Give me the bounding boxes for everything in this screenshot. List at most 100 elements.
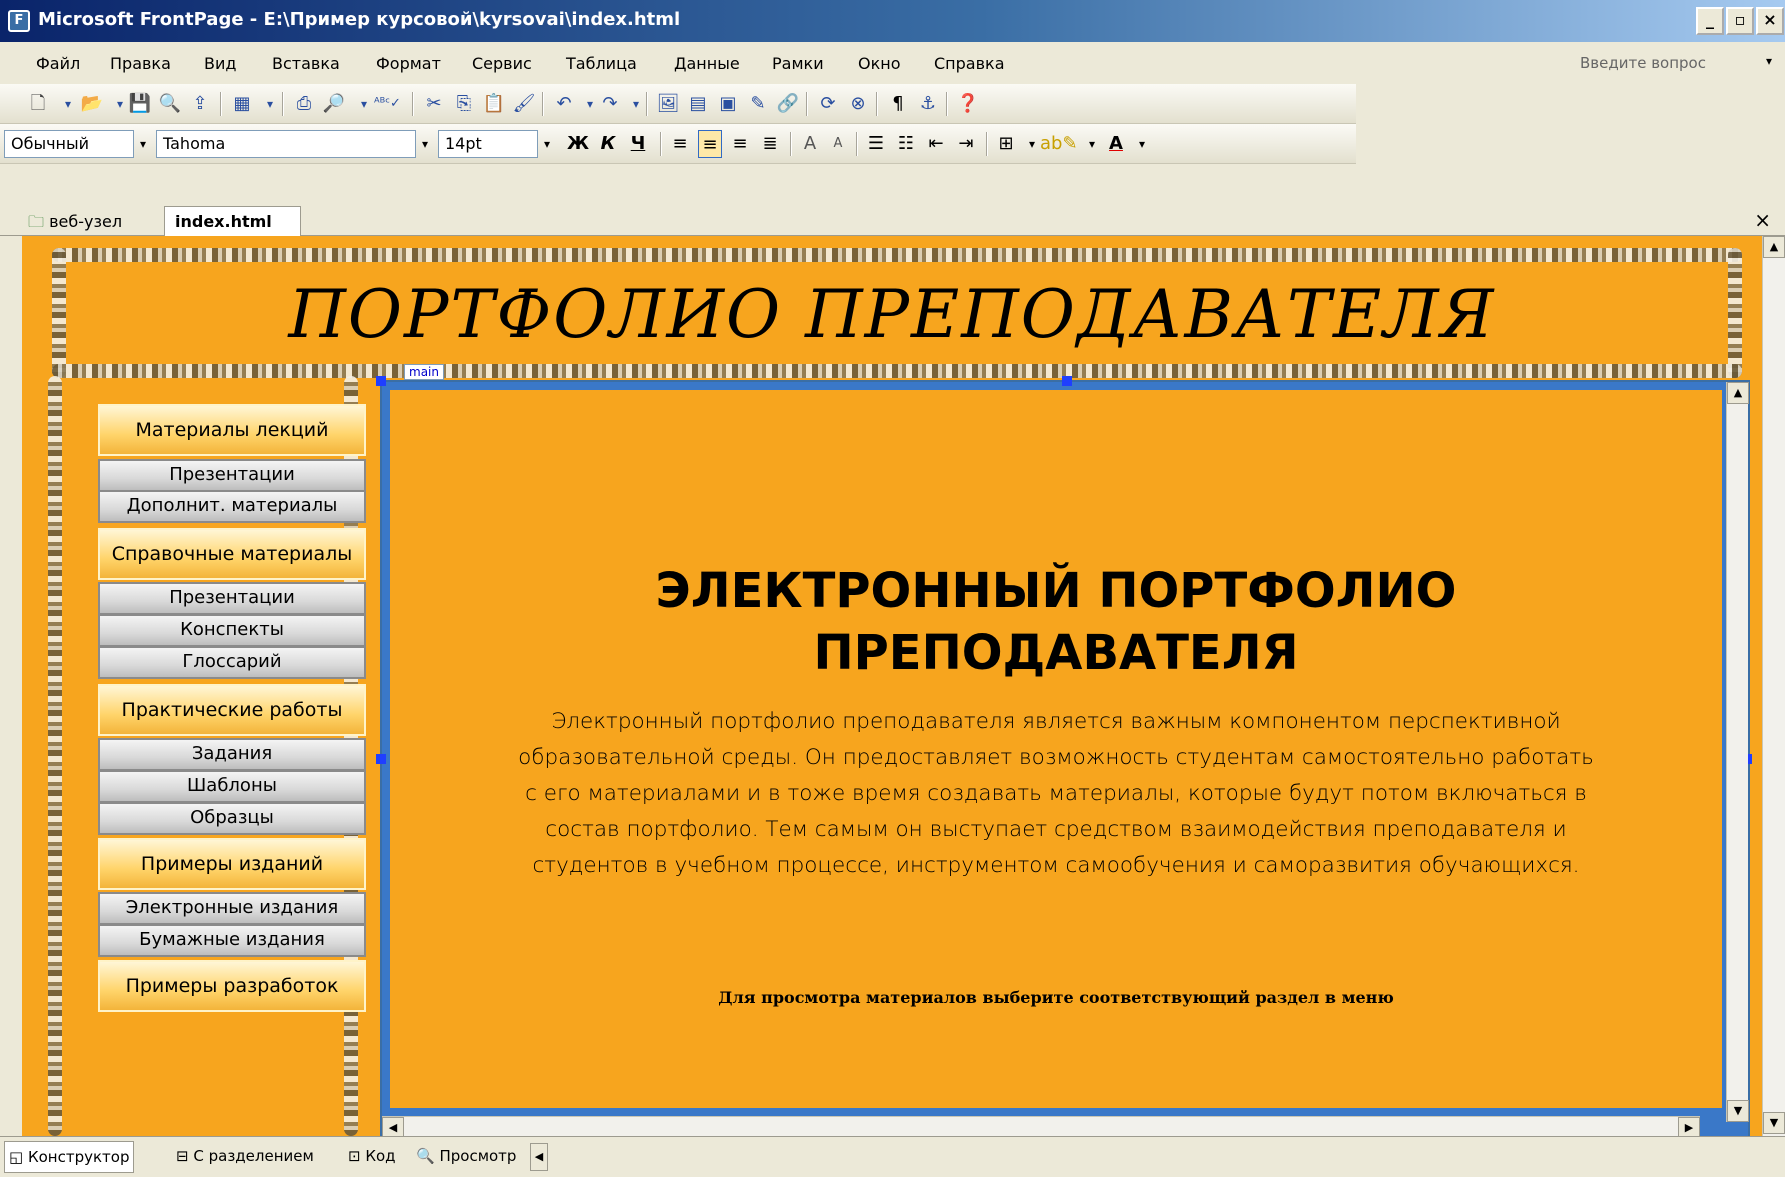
underline-button[interactable]: Ч — [626, 130, 650, 158]
selection-handle[interactable] — [1062, 376, 1072, 386]
help-dropdown-icon[interactable]: ▾ — [1766, 54, 1772, 68]
scroll-right-icon[interactable]: ▶ — [1678, 1117, 1700, 1136]
menu-view[interactable]: Вид — [204, 54, 236, 73]
decrease-indent-icon[interactable]: ⇤ — [924, 130, 948, 158]
menu-format[interactable]: Формат — [376, 54, 441, 73]
tab-code-view[interactable]: ⊡ Код — [344, 1141, 400, 1173]
nav-reference-notes[interactable]: Конспекты — [98, 614, 366, 647]
menu-table[interactable]: Таблица — [566, 54, 637, 73]
search-icon[interactable]: 🔍 — [158, 92, 182, 116]
menu-data[interactable]: Данные — [674, 54, 740, 73]
open-icon[interactable]: 📂 — [80, 92, 104, 116]
borders-icon[interactable]: ⊞ — [994, 130, 1018, 158]
frontpage-app-icon[interactable]: F — [8, 10, 30, 32]
copy-icon[interactable]: ⎘ — [452, 92, 476, 116]
increase-indent-icon[interactable]: ⇥ — [954, 130, 978, 158]
scroll-up-icon[interactable]: ▲ — [1727, 382, 1749, 404]
insert-layer-icon[interactable]: ▣ — [716, 92, 740, 116]
menu-file[interactable]: Файл — [36, 54, 80, 73]
font-color-dropdown-icon[interactable]: ▾ — [1130, 130, 1154, 158]
frame-vertical-scrollbar[interactable]: ▲ ▼ — [1726, 382, 1749, 1122]
new-dropdown-icon[interactable]: ▾ — [56, 92, 80, 116]
maximize-button[interactable]: ▫ — [1726, 7, 1754, 35]
editor-scroll-down-icon[interactable]: ▼ — [1763, 1112, 1785, 1134]
cut-icon[interactable]: ✂ — [422, 92, 446, 116]
size-dropdown-icon[interactable]: ▾ — [538, 130, 556, 158]
shrink-font-button[interactable]: A — [826, 130, 850, 158]
redo-dropdown-icon[interactable]: ▾ — [624, 92, 648, 116]
paste-icon[interactable]: 📋 — [482, 92, 506, 116]
size-select[interactable]: 14pt — [438, 130, 538, 158]
help-question-input[interactable]: Введите вопрос — [1580, 54, 1706, 72]
menu-tools[interactable]: Сервис — [472, 54, 532, 73]
insert-image-icon[interactable]: 🖼 — [656, 92, 680, 116]
main-frame[interactable]: ЭЛЕКТРОННЫЙ ПОРТФОЛИО ПРЕПОДАВАТЕЛЯ Элек… — [376, 376, 1752, 1136]
stop-icon[interactable]: ⊗ — [846, 92, 870, 116]
justify-icon[interactable]: ≣ — [758, 130, 782, 158]
format-painter-icon[interactable]: 🖌 — [512, 92, 536, 116]
pilcrow-icon[interactable]: ¶ — [886, 92, 910, 116]
spelling-icon[interactable]: ᴬᴮᶜ✓ — [374, 92, 401, 116]
nav-lectures-header[interactable]: Материалы лекций — [98, 404, 366, 456]
nav-lectures-extra[interactable]: Дополнит. материалы — [98, 490, 366, 523]
redo-icon[interactable]: ↷ — [598, 92, 622, 116]
anchor-icon[interactable]: ⚓ — [916, 92, 940, 116]
nav-editions-header[interactable]: Примеры изданий — [98, 838, 366, 890]
preview-dropdown-icon[interactable]: ▾ — [352, 92, 376, 116]
menu-edit[interactable]: Правка — [110, 54, 171, 73]
numbered-list-icon[interactable]: ☰ — [864, 130, 888, 158]
help-icon[interactable]: ❓ — [956, 92, 980, 116]
nav-developments-header[interactable]: Примеры разработок — [98, 960, 366, 1012]
bold-button[interactable]: Ж — [566, 130, 590, 158]
font-dropdown-icon[interactable]: ▾ — [416, 130, 434, 158]
italic-button[interactable]: К — [596, 130, 620, 158]
nav-practice-header[interactable]: Практические работы — [98, 684, 366, 736]
drawing-icon[interactable]: ✎ — [746, 92, 770, 116]
selection-handle[interactable] — [376, 754, 386, 764]
nav-practice-tasks[interactable]: Задания — [98, 738, 366, 771]
component-dropdown-icon[interactable]: ▾ — [258, 92, 282, 116]
nav-editions-paper[interactable]: Бумажные издания — [98, 924, 366, 957]
menu-insert[interactable]: Вставка — [272, 54, 340, 73]
selection-handle[interactable] — [376, 376, 386, 386]
style-select[interactable]: Обычный — [4, 130, 134, 158]
web-component-icon[interactable]: ▦ — [230, 92, 254, 116]
font-select[interactable]: Tahoma — [156, 130, 416, 158]
save-icon[interactable]: 💾 — [128, 92, 152, 116]
menu-frames[interactable]: Рамки — [772, 54, 824, 73]
page-canvas[interactable]: ПОРТФОЛИО ПРЕПОДАВАТЕЛЯ Материалы лекций… — [22, 236, 1762, 1136]
highlight-dropdown-icon[interactable]: ▾ — [1080, 130, 1104, 158]
close-button[interactable]: × — [1756, 7, 1784, 35]
nav-editions-electronic[interactable]: Электронные издания — [98, 892, 366, 925]
close-document-icon[interactable]: × — [1754, 208, 1771, 232]
nav-reference-presentations[interactable]: Презентации — [98, 582, 366, 615]
menu-window[interactable]: Окно — [858, 54, 901, 73]
tabs-scroll-left-icon[interactable]: ◀ — [530, 1143, 548, 1171]
editor-scroll-up-icon[interactable]: ▲ — [1763, 236, 1785, 258]
align-left-icon[interactable]: ≡ — [668, 130, 692, 158]
new-page-icon[interactable]: 🗋 — [26, 92, 50, 116]
scroll-down-icon[interactable]: ▼ — [1727, 1100, 1749, 1122]
editor-vertical-scrollbar[interactable]: ▲ ▼ — [1762, 236, 1785, 1136]
nav-practice-samples[interactable]: Образцы — [98, 802, 366, 835]
nav-reference-glossary[interactable]: Глоссарий — [98, 646, 366, 679]
menu-help[interactable]: Справка — [934, 54, 1005, 73]
grow-font-button[interactable]: A — [798, 130, 822, 158]
undo-icon[interactable]: ↶ — [552, 92, 576, 116]
insert-table-icon[interactable]: ▤ — [686, 92, 710, 116]
tab-index-html[interactable]: index.html — [164, 206, 301, 236]
hyperlink-icon[interactable]: 🔗 — [776, 92, 800, 116]
frame-horizontal-scrollbar[interactable]: ◀ ▶ — [382, 1116, 1700, 1136]
print-preview-icon[interactable]: 🔎 — [322, 92, 346, 116]
align-center-icon[interactable]: ≡ — [698, 130, 722, 158]
tab-web-site[interactable]: 🗀 веб-узел — [18, 206, 132, 236]
scroll-left-icon[interactable]: ◀ — [382, 1117, 404, 1136]
minimize-button[interactable]: _ — [1696, 7, 1724, 35]
bullet-list-icon[interactable]: ☷ — [894, 130, 918, 158]
highlight-icon[interactable]: ab✎ — [1040, 130, 1078, 158]
tab-preview[interactable]: 🔍 Просмотр — [412, 1141, 520, 1173]
style-dropdown-icon[interactable]: ▾ — [134, 130, 152, 158]
tab-design-view[interactable]: ◱ Конструктор — [4, 1141, 135, 1173]
nav-reference-header[interactable]: Справочные материалы — [98, 528, 366, 580]
font-color-button[interactable]: A — [1104, 130, 1128, 158]
